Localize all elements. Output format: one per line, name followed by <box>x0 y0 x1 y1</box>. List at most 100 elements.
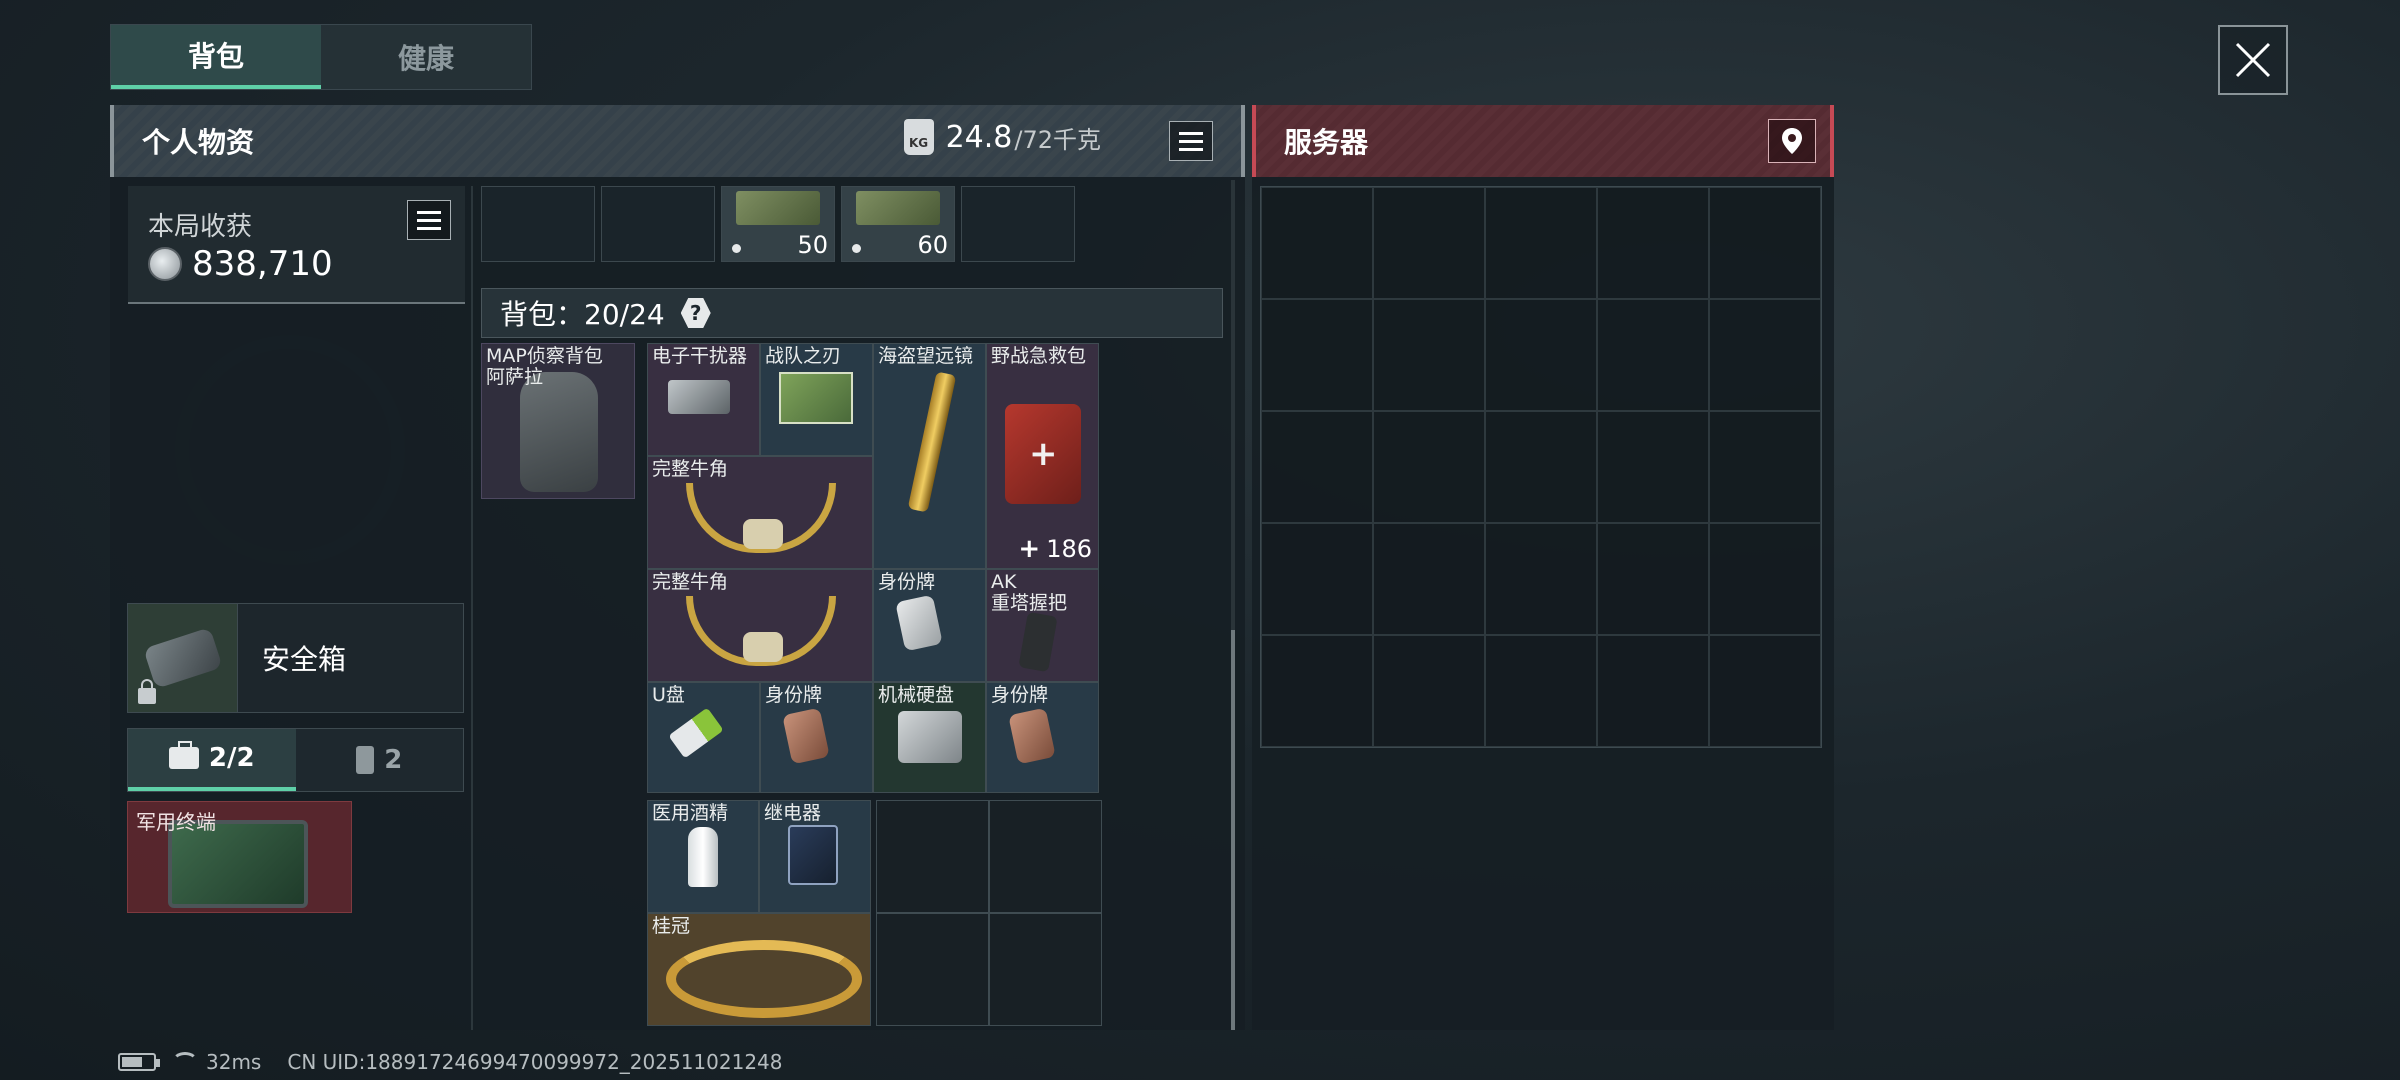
inventory-scrollbar[interactable] <box>1231 180 1235 1030</box>
dogtag-image <box>1008 707 1056 765</box>
item-military-terminal[interactable]: 军用终端 <box>127 801 352 913</box>
ammo-image <box>856 191 940 225</box>
equipped-backpack[interactable]: MAP侦察背包 阿萨拉 <box>481 343 635 499</box>
blade-card-image <box>779 372 853 424</box>
empty-slot[interactable] <box>876 800 989 913</box>
status-bar: 32ms CN UID:18891724699470099972_2025110… <box>118 1050 783 1074</box>
backpack-name: MAP侦察背包 阿萨拉 <box>486 345 603 388</box>
uid-text: CN UID:18891724699470099972_202511021248 <box>287 1050 783 1074</box>
rig-slot-empty[interactable] <box>601 186 715 262</box>
item-horn[interactable]: 完整牛角 <box>647 569 873 682</box>
top-tabs: 背包 健康 <box>110 24 532 90</box>
item-relay[interactable]: 继电器 <box>759 800 871 913</box>
rig-slot-empty[interactable] <box>961 186 1075 262</box>
ammo-image <box>736 191 820 225</box>
hdd-image <box>898 711 962 763</box>
wifi-icon <box>172 1052 198 1072</box>
horn-image <box>686 483 836 553</box>
dogtag-image <box>895 594 943 652</box>
item-label: 海盗望远镜 <box>878 345 974 367</box>
close-button[interactable] <box>2218 25 2288 95</box>
ammo-count: 50 <box>797 231 828 259</box>
empty-slot[interactable] <box>989 800 1102 913</box>
map-pin-icon <box>1782 128 1802 154</box>
scope-image <box>907 371 957 513</box>
horn-image <box>686 596 836 666</box>
item-label: 战队之刃 <box>765 345 842 367</box>
item-laurel[interactable]: 桂冠 <box>647 913 871 1026</box>
personal-title: 个人物资 <box>142 126 255 159</box>
item-ak-grip[interactable]: AK 重塔握把 <box>986 569 1099 682</box>
item-label: 身份牌 <box>765 684 823 706</box>
item-label: AK 重塔握把 <box>991 571 1068 614</box>
medkit-durability: +186 <box>1018 534 1092 564</box>
safe-label: 安全箱 <box>262 643 347 676</box>
safe-box[interactable]: 安全箱 <box>127 603 464 713</box>
harvest-card: 本局收获 838,710 <box>128 186 465 304</box>
tab-health[interactable]: 健康 <box>321 25 531 89</box>
coin-icon <box>148 247 182 281</box>
item-hard-drive[interactable]: 机械硬盘 <box>873 682 986 793</box>
item-pirate-scope[interactable]: 海盗望远镜 <box>873 343 986 569</box>
backpack-capacity: 背包：20/24 <box>500 298 665 331</box>
rig-slots: 50 60 <box>481 186 1075 262</box>
empty-slot[interactable] <box>876 913 989 1026</box>
dot-icon <box>852 244 861 253</box>
medkit-image <box>1005 404 1081 504</box>
dogtag-image <box>782 707 830 765</box>
backpack-grid: 电子干扰器 战队之刃 海盗望远镜 野战急救包 +186 完整牛角 完整牛角 身份… <box>647 343 1099 793</box>
medkit-qty: 186 <box>1046 535 1092 563</box>
usb-image <box>668 707 724 759</box>
battery-icon <box>118 1053 160 1071</box>
plus-icon: + <box>1018 534 1041 564</box>
empty-slot[interactable] <box>989 913 1102 1026</box>
harvest-list-button[interactable] <box>407 200 451 240</box>
ping-value: 32ms <box>206 1050 262 1074</box>
harvest-value: 838,710 <box>192 244 333 284</box>
item-blade[interactable]: 战队之刃 <box>760 343 873 456</box>
lock-icon <box>138 679 156 704</box>
item-jammer[interactable]: 电子干扰器 <box>647 343 760 456</box>
help-icon[interactable]: ? <box>680 298 711 328</box>
server-grid[interactable] <box>1260 186 1822 748</box>
tab-backpack[interactable]: 背包 <box>111 25 321 89</box>
item-dogtag[interactable]: 身份牌 <box>760 682 873 793</box>
item-label: 桂冠 <box>652 915 691 937</box>
dot-icon <box>732 244 741 253</box>
item-dogtag[interactable]: 身份牌 <box>986 682 1099 793</box>
relay-image <box>788 825 838 885</box>
server-header: 服务器 <box>1252 105 1834 177</box>
item-label: U盘 <box>652 684 685 706</box>
canister-count: 2 <box>384 745 403 775</box>
grip-image <box>1018 611 1058 673</box>
item-label: 野战急救包 <box>991 345 1087 367</box>
safe-thumbnail <box>128 604 238 712</box>
item-usb[interactable]: U盘 <box>647 682 760 793</box>
harvest-label: 本局收获 <box>148 212 253 242</box>
laurel-image <box>666 940 862 1018</box>
backpack-grid-lower: 医用酒精 继电器 桂冠 <box>647 800 871 1026</box>
item-horn[interactable]: 完整牛角 <box>647 456 873 569</box>
item-label: 完整牛角 <box>652 571 729 593</box>
toolbox-icon <box>168 741 199 769</box>
rig-slot-empty[interactable] <box>481 186 595 262</box>
tab-canister[interactable]: 2 <box>296 729 464 791</box>
weight-indicator: KG 24.8/72千克 <box>903 119 1101 155</box>
tab-toolbox[interactable]: 2/2 <box>128 729 296 791</box>
item-label: 继电器 <box>764 802 822 824</box>
item-label: 身份牌 <box>991 684 1049 706</box>
sort-list-button[interactable] <box>1169 121 1213 161</box>
backpack-grid-empty <box>876 800 1102 1026</box>
location-button[interactable] <box>1768 119 1816 163</box>
safe-case-image <box>142 627 223 689</box>
item-label: 身份牌 <box>878 571 936 593</box>
item-dogtag[interactable]: 身份牌 <box>873 569 986 682</box>
jammer-image <box>668 380 730 414</box>
rig-slot-ammo[interactable]: 50 <box>721 186 835 262</box>
item-medical-alcohol[interactable]: 医用酒精 <box>647 800 759 913</box>
rig-slot-ammo[interactable]: 60 <box>841 186 955 262</box>
close-icon <box>2235 42 2271 78</box>
item-field-medkit[interactable]: 野战急救包 +186 <box>986 343 1099 569</box>
item-label: 机械硬盘 <box>878 684 955 706</box>
container-tabs: 2/2 2 <box>127 728 464 792</box>
